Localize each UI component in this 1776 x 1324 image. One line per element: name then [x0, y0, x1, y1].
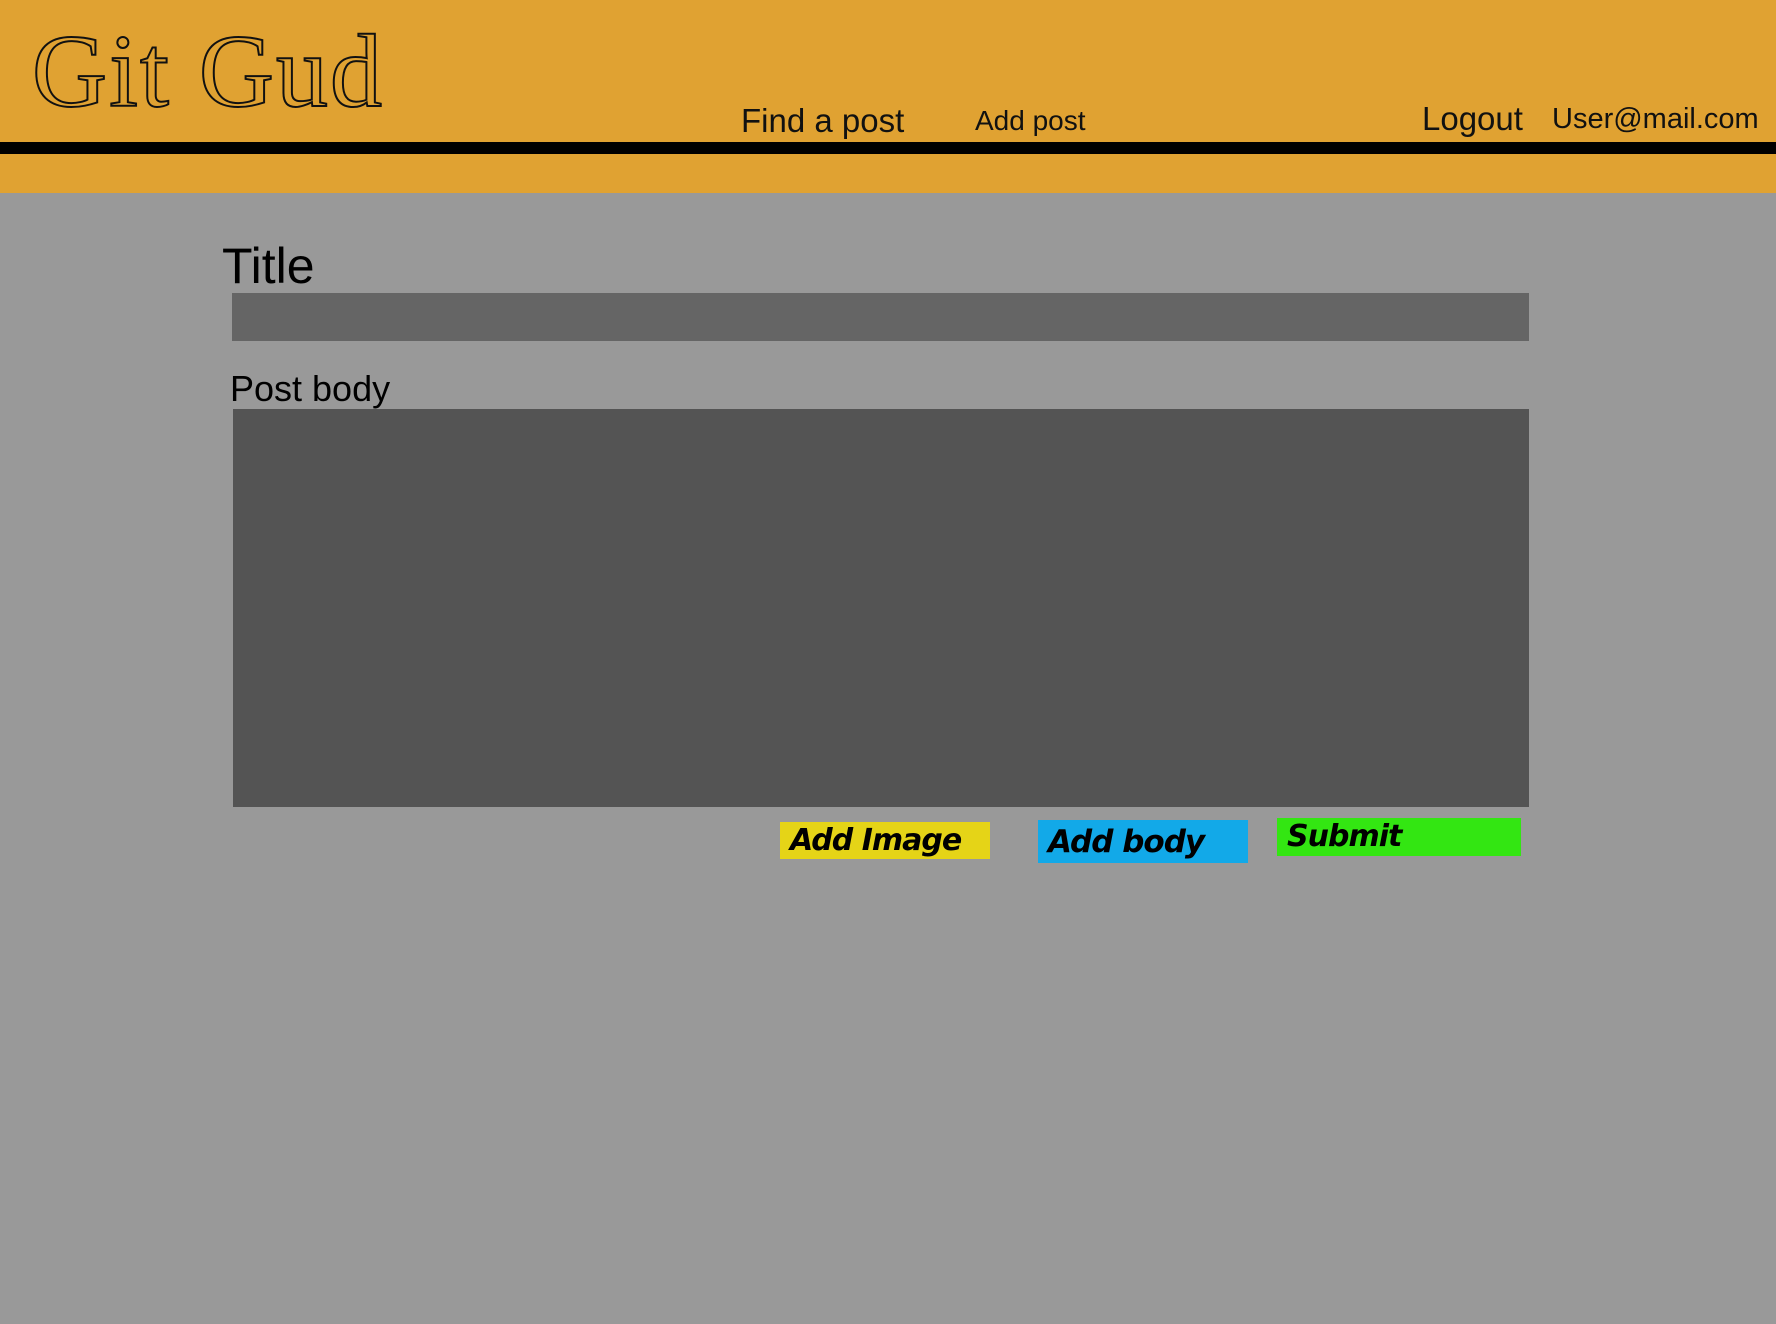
find-post-link[interactable]: Find a post	[741, 101, 904, 141]
post-body-textarea[interactable]	[233, 409, 1529, 807]
title-input[interactable]	[232, 293, 1529, 341]
submit-button[interactable]: Submit	[1277, 818, 1521, 856]
title-label: Title	[222, 238, 315, 294]
logout-link[interactable]: Logout	[1422, 99, 1523, 139]
post-body-label: Post body	[230, 368, 391, 409]
site-logo[interactable]: Git Gud	[31, 12, 384, 132]
add-body-button[interactable]: Add body	[1038, 820, 1248, 863]
user-email-link[interactable]: User@mail.com	[1552, 101, 1759, 137]
add-image-button[interactable]: Add Image	[780, 822, 990, 859]
site-header: Git Gud Find a post Add post Logout User…	[0, 0, 1776, 193]
add-post-link[interactable]: Add post	[975, 103, 1086, 139]
header-divider	[0, 142, 1776, 154]
